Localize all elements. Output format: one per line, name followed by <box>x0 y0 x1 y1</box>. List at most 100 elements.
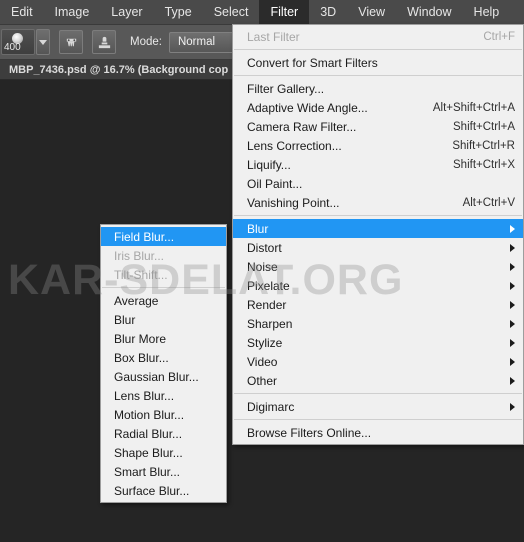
menubar-item-image[interactable]: Image <box>44 0 101 25</box>
blur-submenu-dropdown[interactable]: Field Blur... Iris Blur... Tilt-Shift... Av… <box>100 224 227 503</box>
blend-mode-value: Normal <box>177 36 216 48</box>
menu-item-field-blur[interactable]: Field Blur... <box>101 227 226 246</box>
submenu-arrow-icon <box>510 357 515 366</box>
menu-item-shortcut: Shift+Ctrl+A <box>453 120 515 133</box>
menu-item-smart-blur[interactable]: Smart Blur... <box>101 462 226 481</box>
menu-item-distort[interactable]: Distort <box>233 238 523 257</box>
menu-item-label: Shape Blur... <box>114 445 183 460</box>
menu-item-surface-blur[interactable]: Surface Blur... <box>101 481 226 500</box>
menu-item-label: Filter Gallery... <box>247 81 325 96</box>
submenu-arrow-icon <box>510 243 515 252</box>
menubar-item-view[interactable]: View <box>347 0 396 25</box>
document-tab[interactable]: MBP_7436.psd @ 16.7% (Background cop <box>0 60 232 80</box>
menu-item-label: Sharpen <box>247 316 293 331</box>
submenu-arrow-icon <box>510 300 515 309</box>
menu-item-label: Lens Blur... <box>114 388 175 403</box>
menubar-item-layer[interactable]: Layer <box>100 0 153 25</box>
menubar-item-edit[interactable]: Edit <box>0 0 44 25</box>
menu-item-label: Surface Blur... <box>114 483 190 498</box>
menu-item-label: Browse Filters Online... <box>247 425 372 440</box>
menu-item-filter-gallery[interactable]: Filter Gallery... <box>233 79 523 98</box>
menu-item-noise[interactable]: Noise <box>233 257 523 276</box>
submenu-arrow-icon <box>510 281 515 290</box>
menu-item-motion-blur[interactable]: Motion Blur... <box>101 405 226 424</box>
menu-item-label: Pixelate <box>247 278 290 293</box>
menu-item-shape-blur[interactable]: Shape Blur... <box>101 443 226 462</box>
menu-item-sharpen[interactable]: Sharpen <box>233 314 523 333</box>
menubar-item-type[interactable]: Type <box>154 0 203 25</box>
menubar-item-help[interactable]: Help <box>463 0 511 25</box>
menu-item-label: Render <box>247 297 287 312</box>
clone-stamp-tool-button[interactable] <box>92 30 116 54</box>
menu-item-label: Gaussian Blur... <box>114 369 199 384</box>
menu-item-label: Field Blur... <box>114 229 175 244</box>
menu-item-label: Vanishing Point... <box>247 195 340 210</box>
menu-item-label: Blur <box>114 312 136 327</box>
brush-preset-dropdown-button[interactable] <box>36 29 50 55</box>
menu-item-convert-for-smart-filters[interactable]: Convert for Smart Filters <box>233 53 523 72</box>
airbrush-icon <box>66 38 76 46</box>
menu-item-render[interactable]: Render <box>233 295 523 314</box>
menu-item-label: Digimarc <box>247 399 295 414</box>
menubar-item-select[interactable]: Select <box>203 0 260 25</box>
clone-stamp-icon <box>98 36 110 48</box>
submenu-arrow-icon <box>510 376 515 385</box>
menu-item-radial-blur[interactable]: Radial Blur... <box>101 424 226 443</box>
menu-item-blur[interactable]: Blur <box>101 310 226 329</box>
menu-separator <box>234 393 522 394</box>
menu-item-label: Noise <box>247 259 278 274</box>
menu-item-label: Distort <box>247 240 282 255</box>
menu-item-camera-raw-filter[interactable]: Camera Raw Filter... Shift+Ctrl+A <box>233 117 523 136</box>
menu-item-vanishing-point[interactable]: Vanishing Point... Alt+Ctrl+V <box>233 193 523 212</box>
menu-item-label: Last Filter <box>247 29 300 44</box>
menu-item-blur[interactable]: Blur <box>233 219 523 238</box>
menu-item-lens-blur[interactable]: Lens Blur... <box>101 386 226 405</box>
menu-item-label: Tilt-Shift... <box>114 267 168 282</box>
submenu-arrow-icon <box>510 224 515 233</box>
menu-item-label: Motion Blur... <box>114 407 185 422</box>
menu-separator <box>102 287 225 288</box>
menu-item-last-filter: Last Filter Ctrl+F <box>233 27 523 46</box>
menu-item-adaptive-wide-angle[interactable]: Adaptive Wide Angle... Alt+Shift+Ctrl+A <box>233 98 523 117</box>
submenu-arrow-icon <box>510 319 515 328</box>
filter-menu-dropdown[interactable]: Last Filter Ctrl+F Convert for Smart Filte… <box>232 24 524 445</box>
menu-separator <box>234 419 522 420</box>
menu-item-label: Lens Correction... <box>247 138 342 153</box>
menu-item-shortcut: Shift+Ctrl+R <box>452 139 515 152</box>
menu-item-pixelate[interactable]: Pixelate <box>233 276 523 295</box>
menu-item-gaussian-blur[interactable]: Gaussian Blur... <box>101 367 226 386</box>
menu-item-label: Radial Blur... <box>114 426 183 441</box>
menu-item-digimarc[interactable]: Digimarc <box>233 397 523 416</box>
menu-item-video[interactable]: Video <box>233 352 523 371</box>
airbrush-toggle-button[interactable] <box>59 30 83 54</box>
document-tab-title: MBP_7436.psd @ 16.7% (Background cop <box>9 63 229 76</box>
submenu-arrow-icon <box>510 338 515 347</box>
menu-item-box-blur[interactable]: Box Blur... <box>101 348 226 367</box>
brush-preview-icon[interactable]: 400 <box>1 29 35 55</box>
menu-item-oil-paint[interactable]: Oil Paint... <box>233 174 523 193</box>
menu-item-label: Camera Raw Filter... <box>247 119 357 134</box>
menu-item-label: Video <box>247 354 278 369</box>
menu-item-label: Blur More <box>114 331 167 346</box>
menubar-item-filter[interactable]: Filter <box>259 0 310 25</box>
brush-size-value: 400 <box>4 42 21 53</box>
menu-item-shortcut: Ctrl+F <box>483 30 515 43</box>
menu-item-browse-filters-online[interactable]: Browse Filters Online... <box>233 423 523 442</box>
menubar-item-window[interactable]: Window <box>396 0 462 25</box>
menubar-item-3d[interactable]: 3D <box>309 0 347 25</box>
submenu-arrow-icon <box>510 262 515 271</box>
menu-item-label: Box Blur... <box>114 350 169 365</box>
menu-item-label: Liquify... <box>247 157 291 172</box>
menu-item-average[interactable]: Average <box>101 291 226 310</box>
menu-item-label: Adaptive Wide Angle... <box>247 100 368 115</box>
menu-item-blur-more[interactable]: Blur More <box>101 329 226 348</box>
menu-item-other[interactable]: Other <box>233 371 523 390</box>
menu-item-tilt-shift: Tilt-Shift... <box>101 265 226 284</box>
menu-item-label: Other <box>247 373 278 388</box>
menu-item-stylize[interactable]: Stylize <box>233 333 523 352</box>
photoshop-window: MBP_7436.psd @ 16.7% (Background cop 400 <box>0 0 524 542</box>
menu-item-label: Blur <box>247 221 269 236</box>
menu-item-label: Oil Paint... <box>247 176 303 191</box>
menu-item-lens-correction[interactable]: Lens Correction... Shift+Ctrl+R <box>233 136 523 155</box>
menu-item-liquify[interactable]: Liquify... Shift+Ctrl+X <box>233 155 523 174</box>
